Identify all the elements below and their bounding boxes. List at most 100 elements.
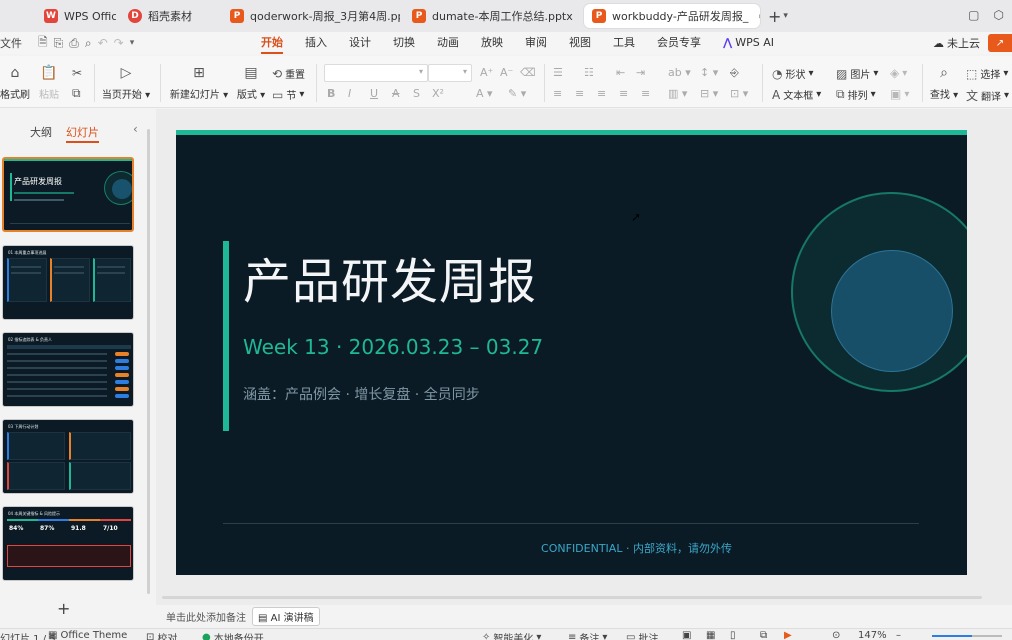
- font-size-select[interactable]: ▾: [428, 64, 472, 82]
- share-button[interactable]: ↗: [988, 34, 1012, 52]
- tab-home[interactable]: 开始: [250, 32, 294, 54]
- superscript-icon[interactable]: X²: [432, 87, 444, 100]
- restore-window-icon[interactable]: ▢: [968, 8, 979, 22]
- tab-qoderwork[interactable]: P qoderwork-周报_3月第4周.pptx: [222, 4, 400, 28]
- tab-design[interactable]: 设计: [338, 32, 382, 54]
- undo-icon[interactable]: ↶: [98, 36, 108, 50]
- tab-animation[interactable]: 动画: [426, 32, 470, 54]
- canvas-scrollbar[interactable]: [162, 596, 982, 599]
- line-spacing-icon[interactable]: ↕ ▾: [700, 66, 718, 79]
- tab-view[interactable]: 视图: [558, 32, 602, 54]
- copy-icon[interactable]: ⧉: [72, 86, 81, 101]
- slide-canvas[interactable]: 产品研发周报 Week 13 · 2026.03.23 – 03.27 涵盖：产…: [156, 109, 1012, 605]
- normal-view-icon[interactable]: ▣: [682, 630, 691, 640]
- chevron-down-icon[interactable]: ▾: [783, 11, 788, 21]
- screen-icon[interactable]: ▭: [758, 11, 760, 22]
- justify-icon[interactable]: ≡: [619, 87, 628, 100]
- comments-toggle[interactable]: ▭ 批注: [626, 630, 658, 640]
- text-fit-icon[interactable]: ⊡ ▾: [730, 87, 748, 100]
- convert-smartart-icon[interactable]: ⎆: [730, 66, 739, 80]
- cube-icon[interactable]: ⬡: [994, 8, 1004, 22]
- underline-icon[interactable]: U: [370, 87, 378, 100]
- bullet-list-icon[interactable]: ☰: [553, 66, 563, 79]
- picture-button[interactable]: ▨ 图片 ▾: [836, 66, 878, 82]
- slide-subtitle[interactable]: 涵盖：产品例会 · 增长复盘 · 全员同步: [243, 384, 480, 404]
- section-button[interactable]: ▭ 节 ▾: [272, 87, 304, 103]
- tab-transition[interactable]: 切换: [382, 32, 426, 54]
- reset-button[interactable]: ⟲ 重置: [272, 66, 305, 82]
- panel-scrollbar[interactable]: [147, 129, 150, 594]
- align-right-icon[interactable]: ≡: [597, 87, 606, 100]
- align-center-icon[interactable]: ≡: [575, 87, 584, 100]
- numbered-list-icon[interactable]: ☷: [584, 66, 594, 79]
- fit-screen-icon[interactable]: ⊙: [832, 630, 840, 640]
- slide-week-range[interactable]: Week 13 · 2026.03.23 – 03.27: [243, 335, 543, 359]
- collapse-panel-icon[interactable]: ‹: [133, 122, 138, 136]
- tab-insert[interactable]: 插入: [294, 32, 338, 54]
- tab-wps-ai[interactable]: ⋀ WPS AI: [712, 32, 785, 54]
- find-button[interactable]: ⌕ 查找 ▾: [930, 64, 958, 101]
- print-preview-icon[interactable]: ⌕: [85, 36, 92, 51]
- slide-thumbnail-5[interactable]: 04 本周关键指标 & 风险提示 84% 87% 91.8 7/10: [2, 506, 134, 581]
- increase-font-icon[interactable]: A⁺: [480, 66, 493, 79]
- format-painter-button[interactable]: ⌂ 格式刷: [0, 64, 30, 101]
- select-button[interactable]: ⬚ 选择 ▾: [966, 66, 1008, 82]
- decrease-font-icon[interactable]: A⁻: [500, 66, 513, 79]
- cloud-status[interactable]: ☁ 未上云: [933, 35, 980, 51]
- arrange-button[interactable]: ⧉ 排列 ▾: [836, 87, 876, 102]
- export-pdf-icon[interactable]: ⎘: [54, 36, 64, 51]
- print-icon[interactable]: ⎙: [69, 36, 79, 51]
- current-slide[interactable]: 产品研发周报 Week 13 · 2026.03.23 – 03.27 涵盖：产…: [176, 130, 967, 575]
- slide-title[interactable]: 产品研发周报: [243, 242, 537, 312]
- font-color-icon[interactable]: A ▾: [476, 87, 493, 100]
- tab-docer[interactable]: D 稻壳素材: [120, 4, 218, 28]
- slide-thumbnail-4[interactable]: 03 下周行动计划: [2, 419, 134, 494]
- ai-speech-button[interactable]: ▤ AI 演讲稿: [252, 606, 320, 626]
- reading-view-icon[interactable]: ▯: [730, 630, 736, 640]
- notes-toggle[interactable]: ≡ 备注 ▾: [568, 630, 607, 640]
- tab-review[interactable]: 审阅: [514, 32, 558, 54]
- beautify-button[interactable]: ✧ 智能美化 ▾: [482, 630, 541, 640]
- slide-thumbnail-3[interactable]: 02 指标追踪表 & 负责人: [2, 332, 134, 407]
- tab-tools[interactable]: 工具: [602, 32, 646, 54]
- vertical-align-icon[interactable]: ⊟ ▾: [700, 87, 718, 100]
- add-slide-icon[interactable]: +: [57, 599, 70, 618]
- slide-footer[interactable]: CONFIDENTIAL · 内部资料，请勿外传: [176, 540, 967, 556]
- slide-thumbnail-2[interactable]: 01 本周重点事项进展: [2, 245, 134, 320]
- grid-view-icon[interactable]: ▦: [706, 630, 715, 640]
- redo-icon[interactable]: ↷: [114, 36, 124, 50]
- presenter-view-icon[interactable]: ⧉: [760, 630, 767, 640]
- fill-button[interactable]: ◈ ▾: [890, 66, 907, 80]
- text-direction-icon[interactable]: ab ▾: [668, 66, 691, 79]
- tab-wps-office[interactable]: W WPS Office: [36, 4, 116, 28]
- zoom-out-icon[interactable]: –: [896, 630, 901, 640]
- proofread-button[interactable]: ⊡ 校对: [146, 630, 177, 640]
- outline-button[interactable]: ▣ ▾: [890, 87, 909, 101]
- new-slide-button[interactable]: ⊞ 新建幻灯片 ▾: [168, 64, 230, 101]
- zoom-level[interactable]: 147%: [858, 630, 887, 640]
- tab-member[interactable]: 会员专享: [646, 32, 712, 54]
- theme-indicator[interactable]: ▦ Office Theme: [48, 630, 127, 640]
- paste-button[interactable]: 📋 粘贴: [36, 64, 62, 101]
- italic-icon[interactable]: I: [348, 87, 351, 100]
- bold-icon[interactable]: B: [327, 87, 335, 100]
- highlight-icon[interactable]: ✎ ▾: [508, 87, 526, 100]
- tab-slideshow[interactable]: 放映: [470, 32, 514, 54]
- tab-slides[interactable]: 幻灯片: [66, 124, 99, 143]
- tab-outline[interactable]: 大纲: [30, 124, 52, 140]
- strikethrough-icon[interactable]: A: [392, 87, 400, 100]
- save-icon[interactable]: 🗎: [38, 33, 48, 54]
- translate-button[interactable]: 文翻译 ▾: [966, 87, 1009, 104]
- text-shadow-icon[interactable]: S: [413, 87, 420, 100]
- layout-button[interactable]: ▤ 版式 ▾: [236, 64, 266, 101]
- shape-button[interactable]: ◔ 形状 ▾: [772, 66, 814, 82]
- align-left-icon[interactable]: ≡: [553, 87, 562, 100]
- play-current-button[interactable]: ▷ 当页开始 ▾: [102, 64, 150, 101]
- textbox-button[interactable]: A 文本框 ▾: [772, 87, 821, 103]
- decrease-indent-icon[interactable]: ⇤: [616, 66, 625, 79]
- new-tab-icon[interactable]: +: [768, 7, 781, 26]
- slide-thumbnail-1[interactable]: 产品研发周报: [2, 157, 134, 232]
- backup-status[interactable]: ● 本地备份开: [202, 630, 264, 640]
- play-slideshow-icon[interactable]: ▶: [784, 630, 792, 640]
- clear-format-icon[interactable]: ⌫: [520, 66, 536, 79]
